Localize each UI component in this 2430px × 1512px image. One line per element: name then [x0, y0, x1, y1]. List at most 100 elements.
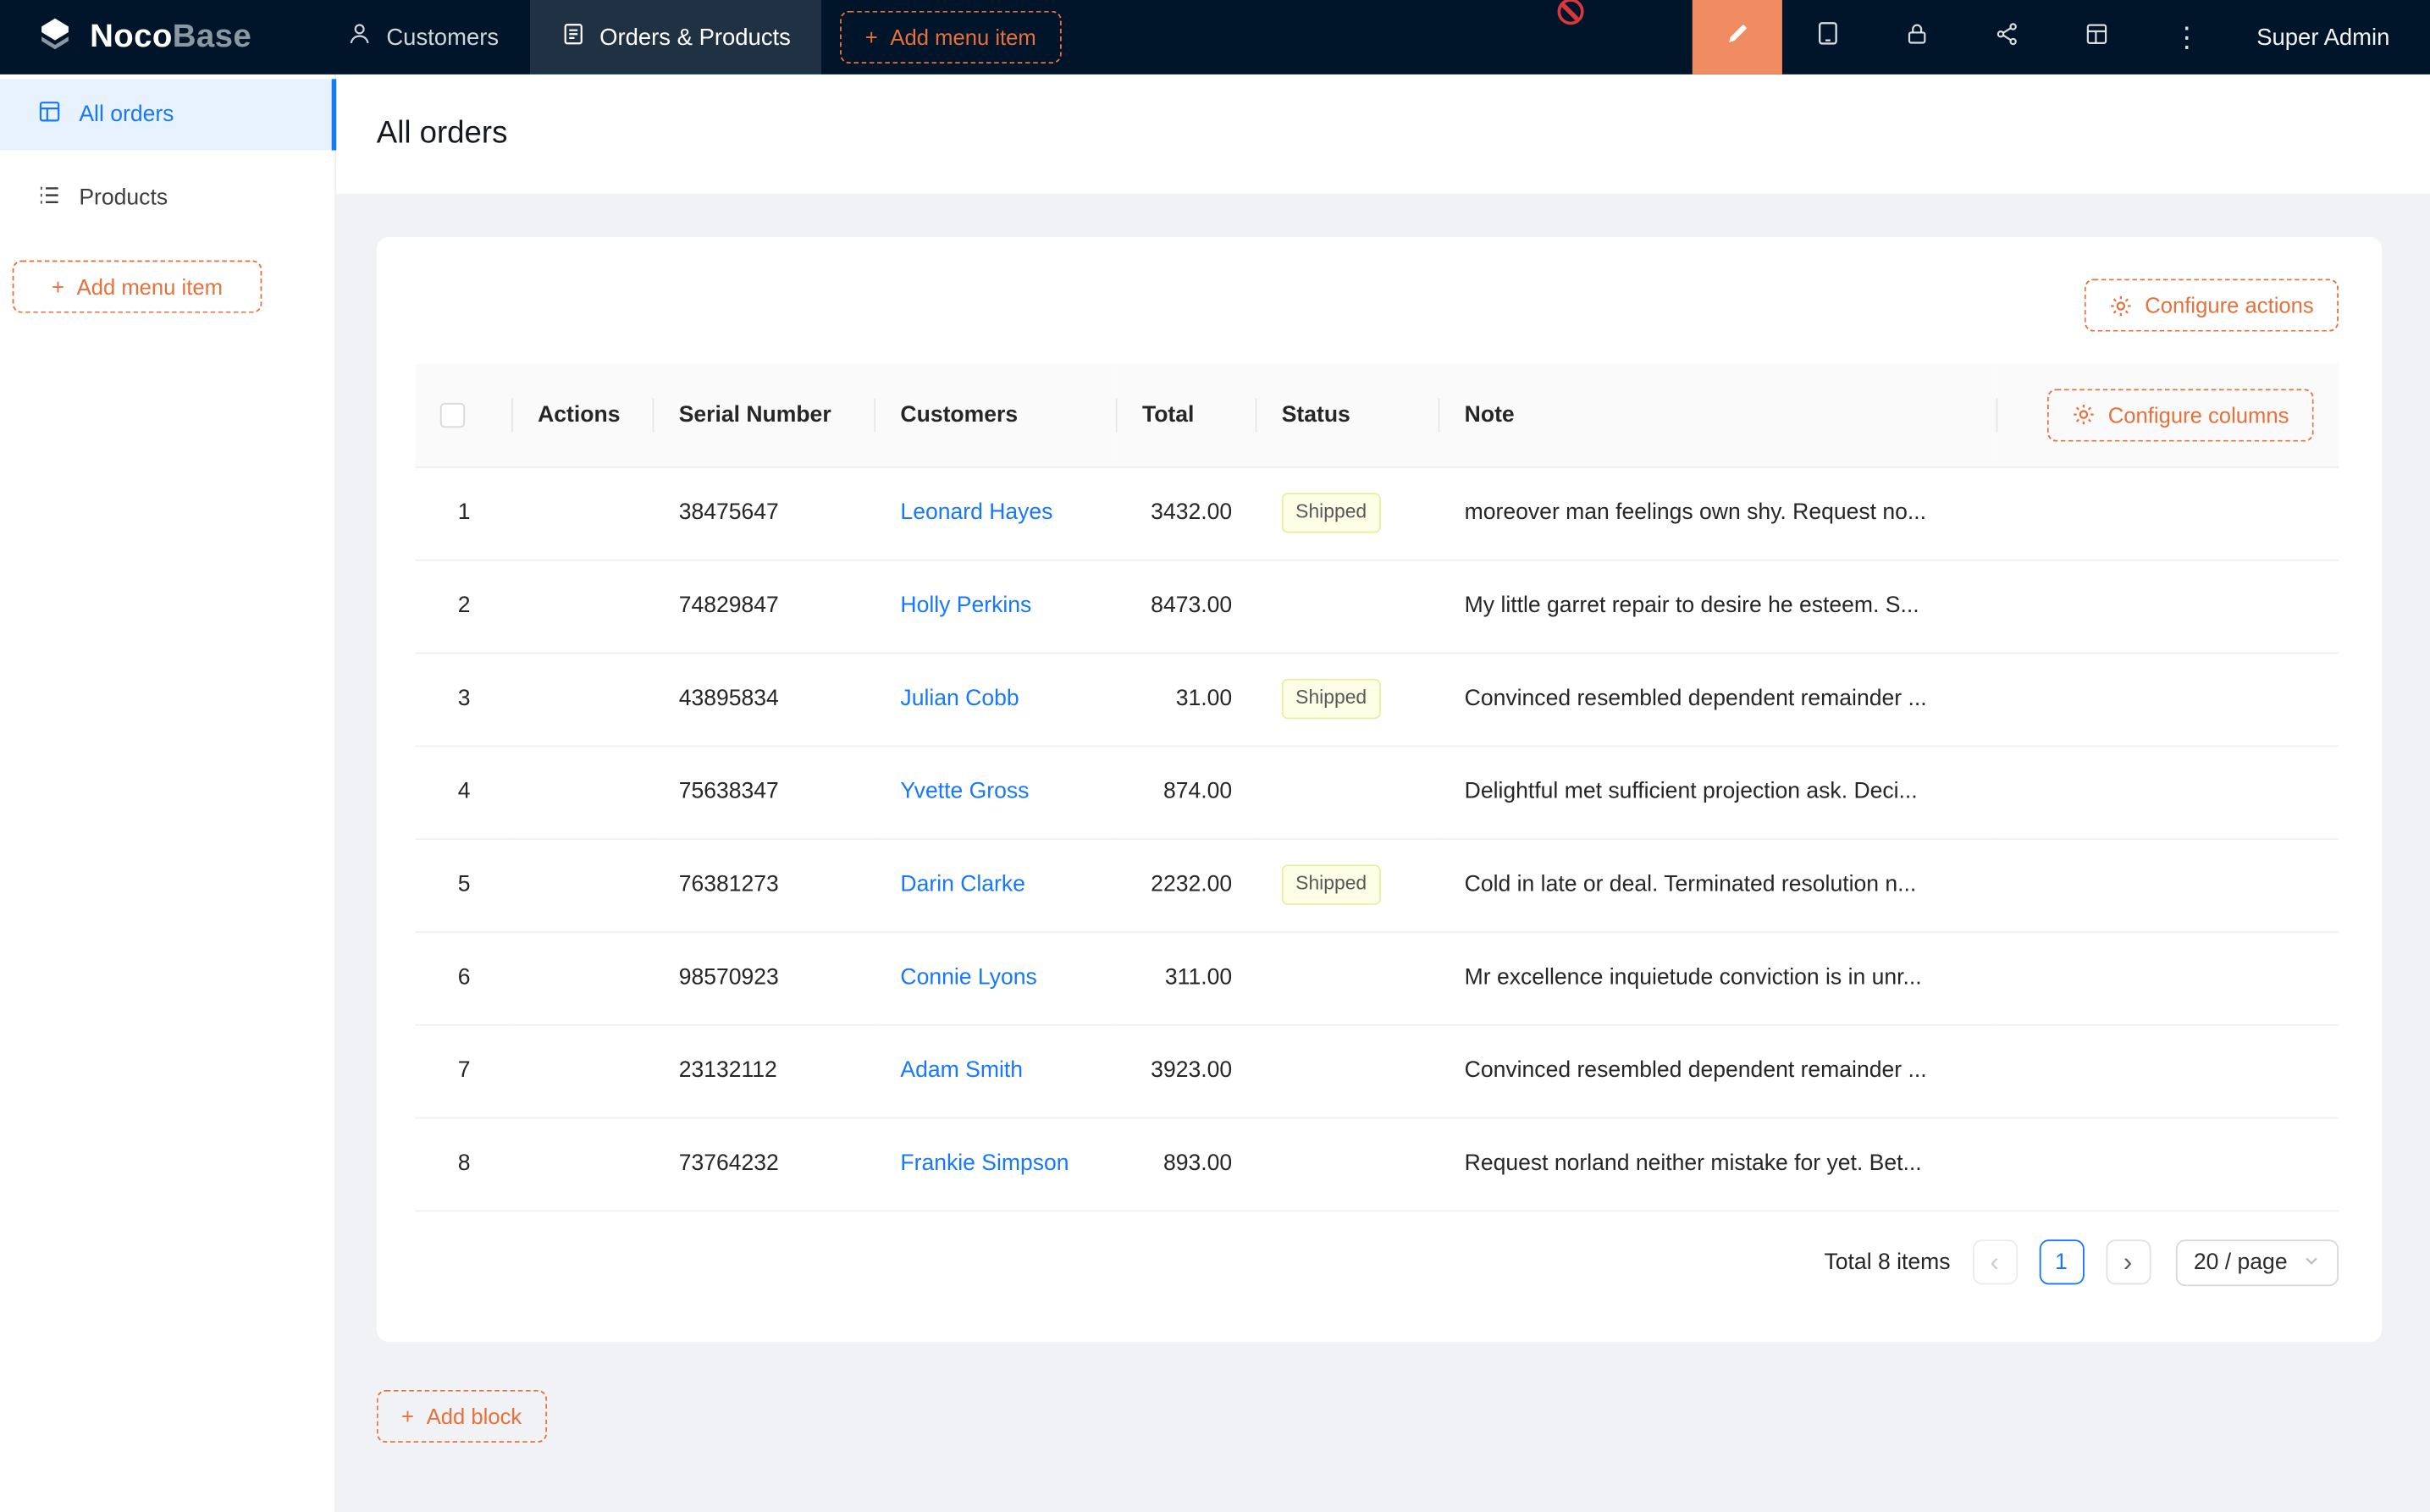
tablet-icon	[1814, 20, 1841, 54]
customer-link[interactable]: Holly Perkins	[900, 593, 1031, 618]
plus-icon: +	[52, 274, 64, 299]
serial-number-cell: 74829847	[654, 560, 875, 653]
table-row: 8 73764232 Frankie Simpson 893.00 Reques…	[416, 1117, 2339, 1211]
note-cell: My little garret repair to desire he est…	[1439, 560, 1997, 653]
user-menu[interactable]: Super Admin	[2232, 0, 2430, 74]
sidebar-item-label: Products	[79, 186, 168, 211]
orders-table-block: Configure actions Actions Seria	[377, 237, 2382, 1341]
row-index: 7	[416, 1024, 513, 1117]
pagination-prev-button[interactable]: ‹	[1972, 1239, 2017, 1284]
sidebar-item-label: All orders	[79, 102, 174, 127]
status-badge: Shipped	[1282, 865, 1381, 904]
customer-link[interactable]: Adam Smith	[900, 1058, 1023, 1083]
ellipsis-vertical-icon: ⋮	[2173, 21, 2201, 53]
status-badge: Shipped	[1282, 494, 1381, 533]
row-index: 8	[416, 1117, 513, 1211]
nav-item-orders-products[interactable]: Orders & Products	[530, 0, 822, 74]
nocobase-logo[interactable]: NocoBase	[0, 0, 251, 74]
plugin-manager-button[interactable]	[2052, 0, 2142, 74]
customer-link[interactable]: Darin Clarke	[900, 872, 1025, 897]
total-cell: 2232.00	[1118, 838, 1257, 931]
person-icon	[348, 22, 373, 53]
configure-actions-button[interactable]: Configure actions	[2085, 279, 2339, 331]
access-control-button[interactable]	[1872, 0, 1962, 74]
add-menu-item-button-topbar[interactable]: + Add menu item	[841, 11, 1062, 63]
logo-text: NocoBase	[90, 19, 251, 56]
pagination-total: Total 8 items	[1825, 1250, 1951, 1274]
chevron-left-icon: ‹	[1990, 1247, 1998, 1278]
layout-icon	[2085, 21, 2109, 53]
row-index: 6	[416, 931, 513, 1024]
customer-link[interactable]: Leonard Hayes	[900, 500, 1052, 525]
plus-icon: +	[401, 1403, 414, 1427]
topbar: NocoBase Customers Orders & Products + A…	[0, 0, 2430, 74]
note-cell: Cold in late or deal. Terminated resolut…	[1439, 838, 1997, 931]
table-row: 7 23132112 Adam Smith 3923.00 Convinced …	[416, 1024, 2339, 1117]
ui-editor-toggle-button[interactable]	[1693, 0, 1782, 74]
orders-icon	[561, 22, 585, 53]
column-header-actions: Actions	[513, 364, 654, 466]
pagination-page-1[interactable]: 1	[2039, 1239, 2084, 1284]
total-cell: 3432.00	[1118, 466, 1257, 560]
customer-link[interactable]: Yvette Gross	[900, 780, 1029, 804]
gear-icon	[2109, 294, 2132, 317]
customer-link[interactable]: Frankie Simpson	[900, 1151, 1069, 1176]
add-menu-item-button-sidebar[interactable]: + Add menu item	[13, 260, 262, 312]
column-header-note: Note	[1439, 364, 1997, 466]
nav-item-label: Orders & Products	[599, 24, 791, 50]
mobile-preview-button[interactable]	[1782, 0, 1872, 74]
gear-icon	[2073, 403, 2096, 426]
total-cell: 8473.00	[1118, 560, 1257, 653]
row-index: 2	[416, 560, 513, 653]
row-actions-cell	[513, 931, 654, 1024]
empty-config-cell	[1997, 466, 2339, 560]
empty-config-cell	[1997, 1117, 2339, 1211]
total-cell: 893.00	[1118, 1117, 1257, 1211]
topbar-actions: ⋮ Super Admin	[1693, 0, 2430, 74]
sidebar-item-products[interactable]: Products	[0, 163, 334, 234]
serial-number-cell: 98570923	[654, 931, 875, 1024]
share-nodes-icon	[1995, 21, 2019, 53]
select-all-checkbox[interactable]	[440, 403, 465, 428]
sidebar: All orders Products + Add menu item	[0, 74, 336, 1512]
total-cell: 874.00	[1118, 745, 1257, 838]
add-block-button[interactable]: + Add block	[377, 1389, 547, 1442]
row-actions-cell	[513, 1024, 654, 1117]
table-header-row: Actions Serial Number Customers Total St…	[416, 364, 2339, 466]
row-actions-cell	[513, 745, 654, 838]
note-cell: Delightful met sufficient projection ask…	[1439, 745, 1997, 838]
list-icon	[37, 183, 62, 214]
content-body: Configure actions Actions Seria	[336, 194, 2430, 1512]
empty-config-cell	[1997, 838, 2339, 931]
more-menu-button[interactable]: ⋮	[2142, 0, 2232, 74]
page-title: All orders	[377, 116, 508, 152]
serial-number-cell: 38475647	[654, 466, 875, 560]
column-header-customers: Customers	[875, 364, 1118, 466]
customer-link[interactable]: Julian Cobb	[900, 687, 1019, 711]
column-header-status: Status	[1256, 364, 1439, 466]
row-actions-cell	[513, 653, 654, 746]
row-actions-cell	[513, 560, 654, 653]
sidebar-item-all-orders[interactable]: All orders	[0, 79, 334, 150]
total-cell: 3923.00	[1118, 1024, 1257, 1117]
row-index: 4	[416, 745, 513, 838]
customer-link[interactable]: Connie Lyons	[900, 965, 1036, 990]
page-size-select[interactable]: 20 / page	[2175, 1239, 2339, 1285]
api-doc-button[interactable]	[1962, 0, 2052, 74]
row-index: 1	[416, 466, 513, 560]
note-cell: Request norland neither mistake for yet.…	[1439, 1117, 1997, 1211]
note-cell: Mr excellence inquietude conviction is i…	[1439, 931, 1997, 1024]
nav-item-customers[interactable]: Customers	[317, 0, 530, 74]
page-header: All orders	[336, 74, 2430, 194]
table-row: 3 43895834 Julian Cobb 31.00 Shipped Con…	[416, 653, 2339, 746]
nav-item-label: Customers	[386, 24, 499, 50]
configure-columns-button[interactable]: Configure columns	[2047, 389, 2313, 441]
chevron-right-icon: ›	[2123, 1247, 2132, 1278]
blocked-cursor-icon	[1558, 0, 1584, 25]
row-actions-cell	[513, 838, 654, 931]
row-index: 5	[416, 838, 513, 931]
orders-table: Actions Serial Number Customers Total St…	[416, 364, 2339, 1211]
empty-config-cell	[1997, 745, 2339, 838]
pagination-next-button[interactable]: ›	[2106, 1239, 2151, 1284]
plus-icon: +	[865, 25, 878, 49]
